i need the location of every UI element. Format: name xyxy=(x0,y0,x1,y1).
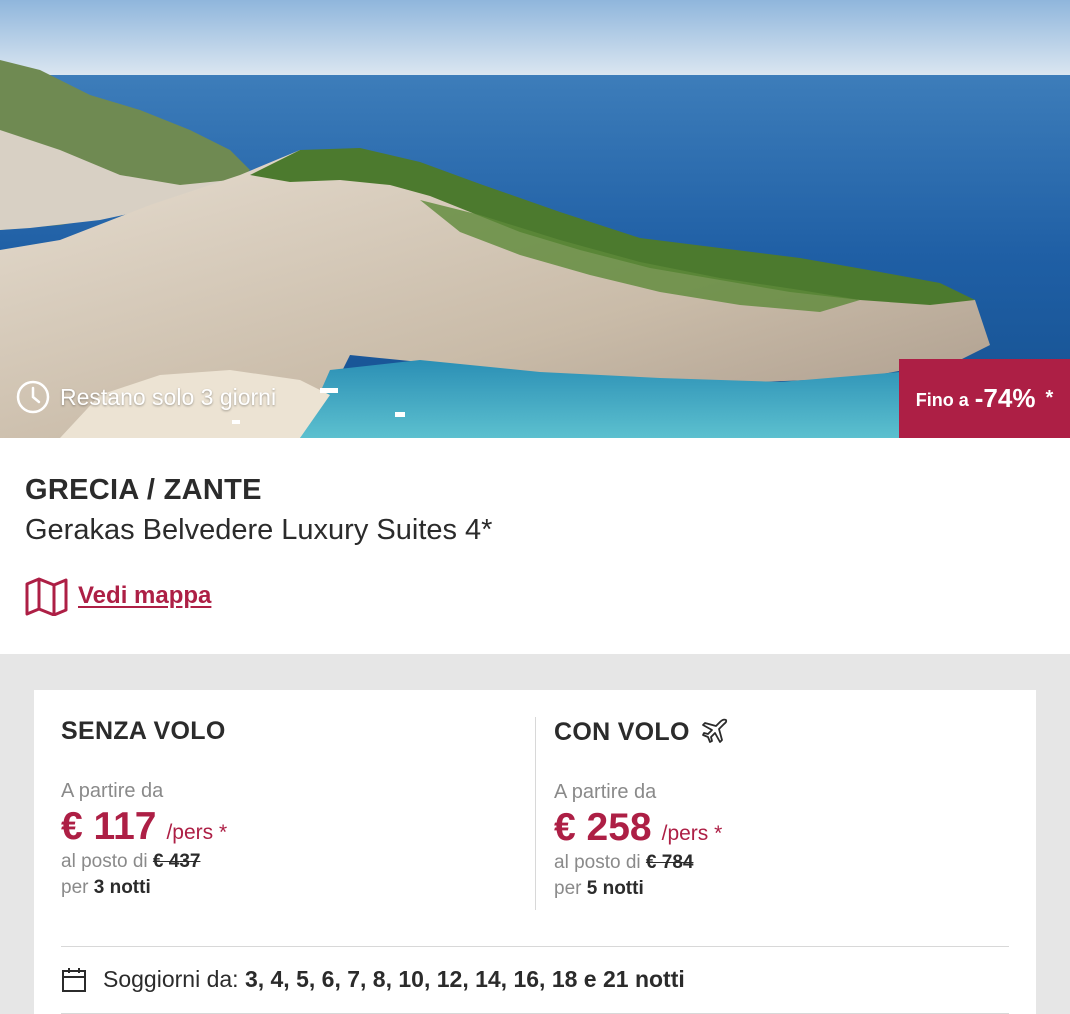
price-card: SENZA VOLO A partire da € 117 /pers * al… xyxy=(34,690,1036,1014)
countdown-text: Restano solo 3 giorni xyxy=(60,383,277,410)
per-person-label: /pers * xyxy=(661,822,723,845)
nights-row: per 5 notti xyxy=(554,878,1024,900)
price-value: € 117 xyxy=(61,805,157,848)
discount-prefix: Fino a xyxy=(915,390,969,410)
destination-title: GRECIA / ZANTE xyxy=(25,474,262,506)
stay-durations: Soggiorni da: 3, 4, 5, 6, 7, 8, 10, 12, … xyxy=(61,966,685,993)
discount-asterisk: * xyxy=(1045,387,1054,409)
offer-title-text: SENZA VOLO xyxy=(61,717,226,745)
instead-of-label: al posto di xyxy=(554,852,641,873)
hotel-name: Gerakas Belvedere Luxury Suites 4* xyxy=(25,514,493,546)
airplane-icon xyxy=(701,718,727,743)
column-divider xyxy=(535,717,536,910)
price-row: € 258 /pers * xyxy=(554,806,1024,850)
offer-without-flight[interactable]: SENZA VOLO A partire da € 117 /pers * al… xyxy=(61,717,531,899)
old-price: € 437 xyxy=(152,851,201,872)
from-label: A partire da xyxy=(61,780,164,802)
countdown-timer: Restano solo 3 giorni xyxy=(16,380,276,414)
for-label: per xyxy=(554,878,582,899)
divider xyxy=(61,946,1009,947)
offer-header: GRECIA / ZANTE Gerakas Belvedere Luxury … xyxy=(0,438,1070,654)
for-label: per xyxy=(61,877,89,898)
price-value: € 258 xyxy=(554,806,652,849)
price-row: € 117 /pers * xyxy=(61,805,531,849)
stay-durations-label: Soggiorni da: xyxy=(103,966,239,992)
view-map-label[interactable]: Vedi mappa xyxy=(78,582,211,610)
instead-of-label: al posto di xyxy=(61,851,148,872)
stay-durations-values: 3, 4, 5, 6, 7, 8, 10, 12, 14, 16, 18 e 2… xyxy=(244,966,685,992)
offer-with-flight[interactable]: CON VOLO A partire da € 258 /pers * al p… xyxy=(554,717,1024,900)
hero-image: Restano solo 3 giorni Fino a -74% * xyxy=(0,0,1070,438)
price-section: SENZA VOLO A partire da € 117 /pers * al… xyxy=(0,654,1070,1014)
offer-title: CON VOLO xyxy=(554,717,1024,747)
map-icon xyxy=(25,577,68,616)
clock-icon xyxy=(16,380,50,414)
offer-title: SENZA VOLO xyxy=(61,717,531,746)
discount-badge: Fino a -74% * xyxy=(899,359,1070,438)
calendar-icon xyxy=(62,967,86,992)
view-map-link[interactable]: Vedi mappa xyxy=(25,576,211,616)
old-price-row: al posto di € 437 xyxy=(61,851,531,873)
nights-value: 5 notti xyxy=(586,878,644,899)
per-person-label: /pers * xyxy=(166,821,228,844)
nights-row: per 3 notti xyxy=(61,877,531,899)
old-price: € 784 xyxy=(645,852,694,873)
nights-value: 3 notti xyxy=(93,877,151,898)
discount-percent: -74% xyxy=(974,383,1036,413)
stay-durations-text: Soggiorni da: 3, 4, 5, 6, 7, 8, 10, 12, … xyxy=(103,966,685,993)
from-label: A partire da xyxy=(554,781,657,803)
old-price-row: al posto di € 784 xyxy=(554,852,1024,874)
offer-title-text: CON VOLO xyxy=(554,717,690,746)
